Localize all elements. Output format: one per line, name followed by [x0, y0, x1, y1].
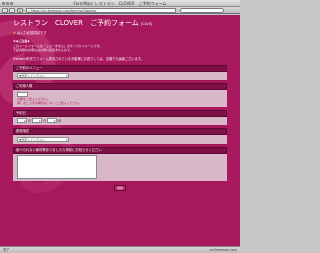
- search-field[interactable]: [180, 8, 224, 13]
- dropdown-arrow-icon: ▾: [65, 74, 68, 78]
- window-title: FormMan: レストラン CLOVER ご予約フォーム: [73, 1, 167, 6]
- comments-textarea[interactable]: [17, 155, 97, 179]
- status-bar: 完了 ssl.formman.com: [0, 246, 240, 253]
- status-text: 完了: [3, 248, 10, 252]
- date-section: 予約日 ▾ 月 ▾ 日 ▾ 時: [13, 109, 227, 125]
- page-title: レストラン CLOVER ご予約フォーム [CLVS]: [13, 19, 153, 27]
- reservation-form: ご予約のメニュー ▼選択してください ▾ ご利用人数 人数をご記入ください。 例…: [13, 64, 227, 191]
- url-text: https://ssl.formman.com/form/ssl/ijzarbz…: [31, 9, 97, 13]
- close-window-button[interactable]: [2, 2, 5, 5]
- browser-toolbar: ‹ › ↻ https://ssl.formman.com/form/ssl/i…: [0, 7, 240, 14]
- day-unit: 日: [43, 118, 47, 123]
- window-titlebar: FormMan: レストラン CLOVER ご予約フォーム: [0, 0, 240, 7]
- seat-label: 座席指定: [13, 128, 227, 135]
- people-input[interactable]: [17, 91, 28, 97]
- people-section: ご利用人数 人数をご記入ください。 例）おこさまの場合は「2」とご記入ください。: [13, 83, 227, 107]
- menu-label: ご予約のメニュー: [13, 64, 227, 72]
- menu-section: ご予約のメニュー ▼選択してください ▾: [13, 64, 227, 80]
- required-note: ※ は入力必須項目です: [13, 31, 47, 35]
- forward-arrow-icon[interactable]: ›: [9, 8, 15, 13]
- seat-select[interactable]: ▼選択してください ▾: [17, 136, 69, 142]
- seat-section: 座席指定 ▼選択してください ▾: [13, 128, 227, 144]
- minimize-window-button[interactable]: [6, 2, 9, 5]
- lock-icon: [28, 9, 30, 12]
- hour-select[interactable]: ▾: [47, 118, 58, 123]
- submit-button[interactable]: 送信: [114, 185, 126, 191]
- people-hint-2: 例）おこさまの場合は「2」とご記入ください。: [17, 100, 82, 105]
- back-arrow-icon[interactable]: ‹: [2, 8, 8, 13]
- month-select[interactable]: ▾: [17, 118, 27, 123]
- comments-section: 食べられない食材等ありましたら事前にお知らせください: [13, 146, 227, 181]
- hour-unit: 時: [58, 118, 62, 123]
- zoom-window-button[interactable]: [10, 2, 13, 5]
- wizard-notice: ※Wizard形式でフォーム表示されているお客様にお送りしては、空欄でも画面ござ…: [13, 56, 144, 61]
- people-label: ご利用人数: [13, 83, 227, 90]
- status-domain: ssl.formman.com: [209, 248, 237, 252]
- menu-select[interactable]: ▼選択してください ▾: [17, 73, 69, 78]
- day-select[interactable]: ▾: [32, 118, 43, 123]
- reload-icon[interactable]: ↻: [17, 8, 23, 13]
- dropdown-arrow-icon: ▾: [65, 137, 68, 142]
- intro-text: ＊◆ご注意◆ このメールフォームは「ふぉーままん」のサンプルフォームです。 下記…: [13, 39, 103, 52]
- page-content: レストラン CLOVER ご予約フォーム [CLVS] ※ は入力必須項目です …: [0, 15, 240, 246]
- window-controls: [2, 2, 13, 5]
- address-bar[interactable]: https://ssl.formman.com/form/ssl/ijzarbz…: [26, 8, 176, 13]
- comments-label: 食べられない食材等ありましたら事前にお知らせください: [13, 146, 227, 154]
- date-label: 予約日: [13, 109, 227, 117]
- month-unit: 月: [28, 118, 32, 123]
